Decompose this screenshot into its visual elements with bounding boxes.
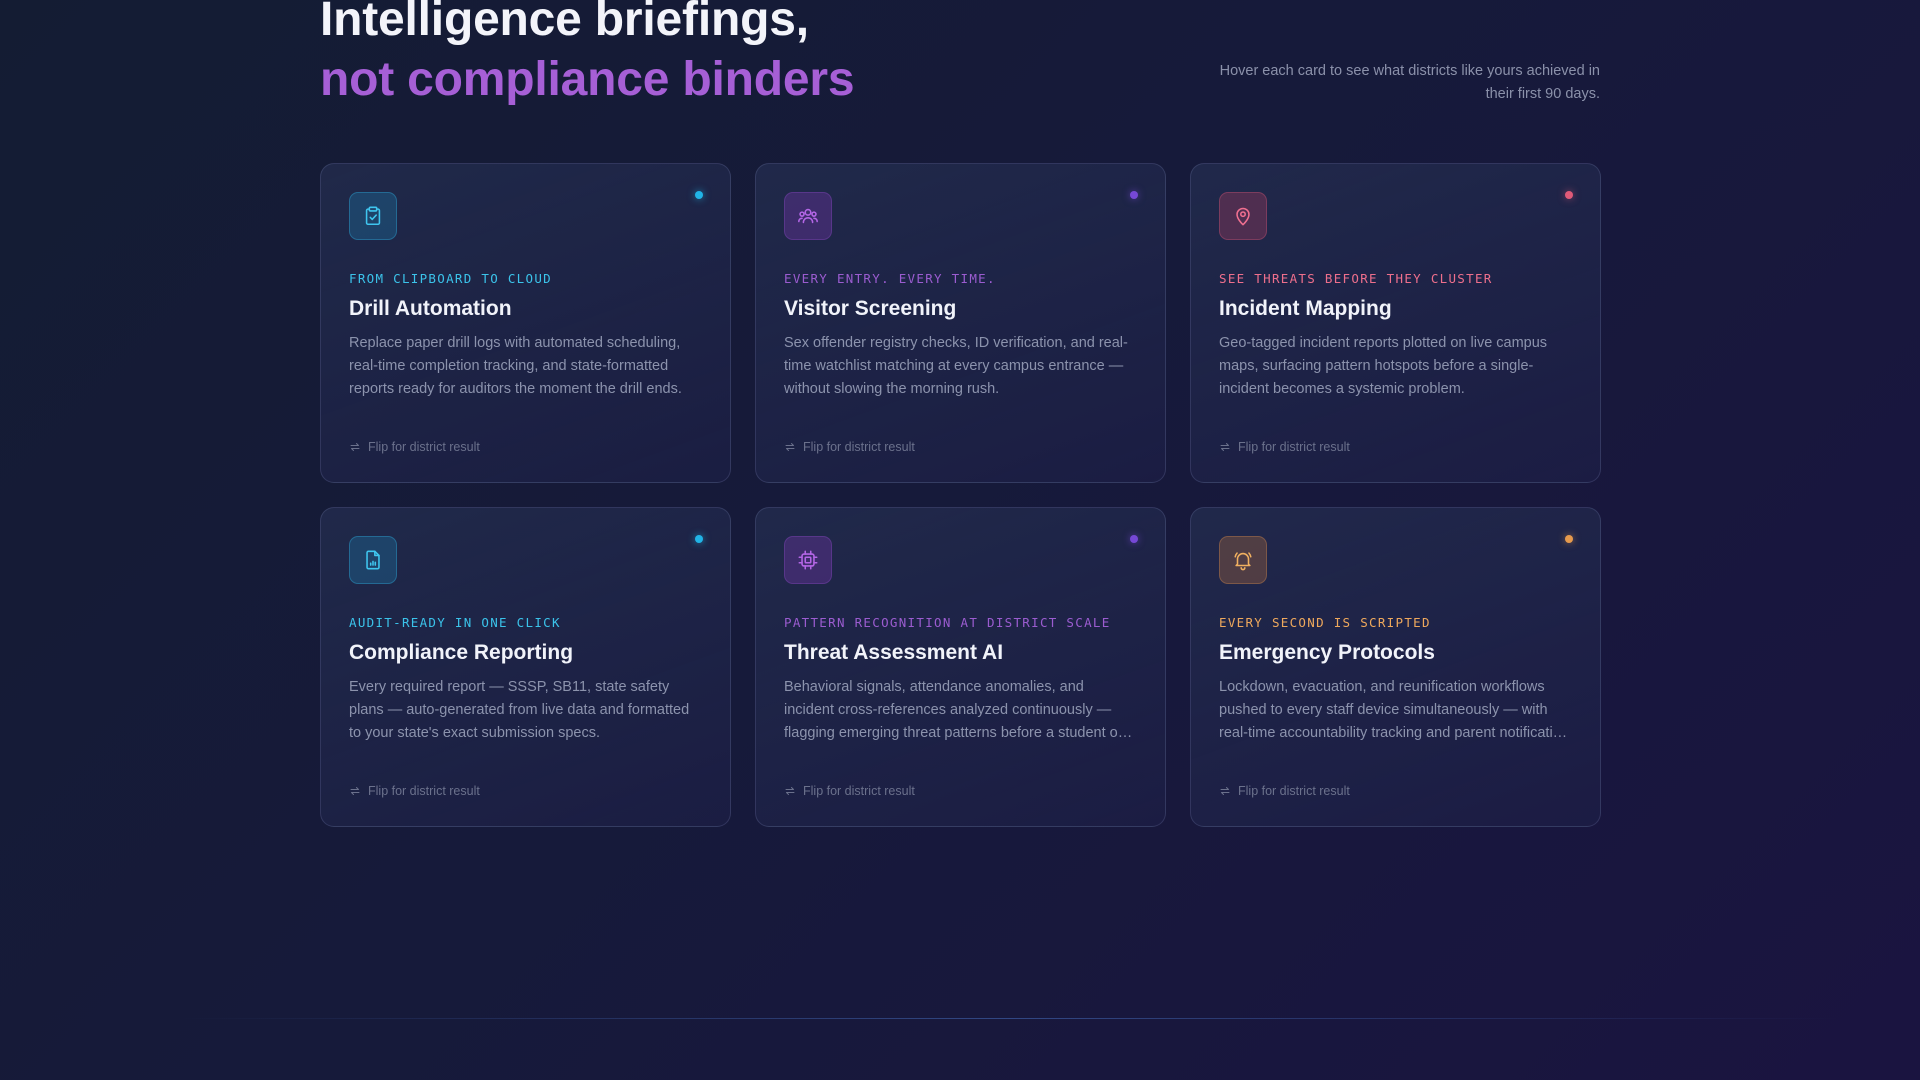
status-dot: [1130, 191, 1138, 199]
hero-title-line-2: not compliance binders: [320, 53, 855, 106]
flip-label: Flip for district result: [1238, 784, 1350, 798]
flip-label: Flip for district result: [368, 784, 480, 798]
feature-card-threat-assessment-ai[interactable]: PATTERN RECOGNITION AT DISTRICT SCALE Th…: [755, 507, 1166, 827]
card-icon-box: [349, 192, 397, 240]
card-title: Drill Automation: [349, 297, 512, 320]
flip-card-hint[interactable]: Flip for district result: [1219, 784, 1350, 798]
card-title: Compliance Reporting: [349, 641, 574, 664]
flip-label: Flip for district result: [803, 784, 915, 798]
card-eyebrow: AUDIT-READY IN ONE CLICK: [349, 615, 561, 630]
card-eyebrow: FROM CLIPBOARD TO CLOUD: [349, 271, 552, 286]
flip-card-hint[interactable]: Flip for district result: [1219, 440, 1350, 454]
card-icon-box: [784, 192, 832, 240]
card-title: Threat Assessment AI: [784, 641, 1004, 664]
feature-card-compliance-reporting[interactable]: AUDIT-READY IN ONE CLICK Compliance Repo…: [320, 507, 731, 827]
hero-subtitle: Hover each card to see what districts li…: [1219, 63, 1600, 102]
swap-arrows-icon: [350, 443, 360, 451]
swap-arrows-icon: [785, 787, 795, 795]
map-pin-icon: [1236, 207, 1250, 226]
card-title: Visitor Screening: [784, 297, 957, 320]
feature-card-visitor-screening[interactable]: EVERY ENTRY. EVERY TIME. Visitor Screeni…: [755, 163, 1166, 483]
hero-title: Intelligence briefings, not compliance b…: [320, 0, 855, 110]
features-section: Intelligence briefings, not compliance b…: [320, 0, 1601, 1080]
card-icon-box: [349, 536, 397, 584]
card-title: Incident Mapping: [1219, 297, 1392, 320]
card-description: Replace paper drill logs with automated …: [349, 335, 682, 397]
card-eyebrow: PATTERN RECOGNITION AT DISTRICT SCALE: [784, 615, 1111, 630]
hero-title-line-1: Intelligence briefings,: [320, 0, 809, 46]
section-divider: [180, 1018, 1840, 1019]
swap-arrows-icon: [1220, 443, 1230, 451]
users-icon: [798, 208, 818, 224]
card-eyebrow: EVERY ENTRY. EVERY TIME.: [784, 271, 996, 286]
card-icon-box: [1219, 192, 1267, 240]
card-eyebrow: EVERY SECOND IS SCRIPTED: [1219, 615, 1431, 630]
swap-arrows-icon: [1220, 787, 1230, 795]
status-dot: [1565, 535, 1573, 543]
flip-card-hint[interactable]: Flip for district result: [784, 784, 915, 798]
card-description: Behavioral signals, attendance anomalies…: [784, 679, 1123, 741]
card-description: Lockdown, evacuation, and reunification …: [1219, 679, 1569, 741]
card-icon-box: [1219, 536, 1267, 584]
bell-icon: [1234, 552, 1252, 571]
card-title: Emergency Protocols: [1219, 641, 1435, 664]
flip-label: Flip for district result: [368, 440, 480, 454]
flip-card-hint[interactable]: Flip for district result: [349, 440, 480, 454]
status-dot: [695, 191, 703, 199]
card-description: Every required report — SSSP, SB11, stat…: [349, 679, 690, 741]
flip-label: Flip for district result: [803, 440, 915, 454]
feature-card-grid: FROM CLIPBOARD TO CLOUD Drill Automation…: [320, 163, 1601, 827]
flip-card-hint[interactable]: Flip for district result: [784, 440, 915, 454]
cpu-chip-icon: [798, 550, 818, 570]
status-dot: [1130, 535, 1138, 543]
file-chart-icon: [366, 550, 380, 570]
feature-card-emergency-protocols[interactable]: EVERY SECOND IS SCRIPTED Emergency Proto…: [1190, 507, 1601, 827]
status-dot: [695, 535, 703, 543]
card-description: Sex offender registry checks, ID verific…: [784, 335, 1128, 397]
clipboard-check-icon: [365, 206, 381, 226]
flip-card-hint[interactable]: Flip for district result: [349, 784, 480, 798]
flip-label: Flip for district result: [1238, 440, 1350, 454]
feature-card-drill-automation[interactable]: FROM CLIPBOARD TO CLOUD Drill Automation…: [320, 163, 731, 483]
swap-arrows-icon: [785, 443, 795, 451]
card-description: Geo-tagged incident reports plotted on l…: [1219, 335, 1548, 397]
status-dot: [1565, 191, 1573, 199]
feature-card-incident-mapping[interactable]: SEE THREATS BEFORE THEY CLUSTER Incident…: [1190, 163, 1601, 483]
card-icon-box: [784, 536, 832, 584]
card-eyebrow: SEE THREATS BEFORE THEY CLUSTER: [1219, 271, 1493, 286]
swap-arrows-icon: [350, 787, 360, 795]
